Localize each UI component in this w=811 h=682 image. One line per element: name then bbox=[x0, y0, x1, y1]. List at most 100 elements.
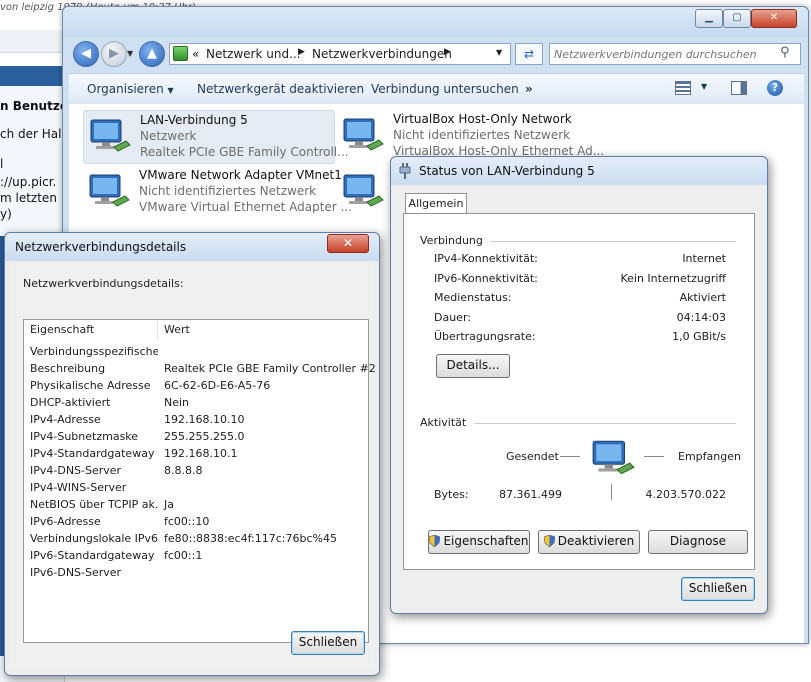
table-row[interactable]: Physikalische Adresse 6C-62-6D-E6-A5-76 bbox=[24, 378, 368, 395]
table-row[interactable]: IPv4-WINS-Server bbox=[24, 480, 368, 497]
disable-button[interactable]: Deaktivieren bbox=[538, 530, 640, 554]
status-dialog-titlebar[interactable]: Status von LAN-Verbindung 5 bbox=[391, 157, 767, 185]
table-row[interactable]: NetBIOS über TCPIP ak... Ja bbox=[24, 497, 368, 514]
more-commands-button[interactable]: » bbox=[525, 82, 533, 96]
explorer-titlebar[interactable]: ▁ ▢ ✕ bbox=[63, 7, 808, 37]
table-row[interactable]: IPv4-DNS-Server 8.8.8.8 bbox=[24, 463, 368, 480]
breadcrumb-item[interactable]: Netzwerk und... bbox=[206, 47, 301, 61]
details-dialog-body: Netzwerkverbindungsdetails: Eigenschaft … bbox=[11, 263, 376, 669]
connection-name: VirtualBox Host-Only Network bbox=[393, 112, 572, 126]
table-row[interactable]: IPv4-Adresse 192.168.10.10 bbox=[24, 412, 368, 429]
property-name: IPv6-DNS-Server bbox=[30, 566, 122, 579]
organize-label: Organisieren bbox=[87, 82, 164, 96]
field-label: IPv4-Konnektivität: bbox=[434, 252, 538, 265]
chevron-right-icon[interactable]: ▶ bbox=[444, 47, 451, 57]
property-value: 192.168.10.10 bbox=[164, 413, 245, 426]
table-row[interactable]: Beschreibung Realtek PCIe GBE Family Cont… bbox=[24, 361, 376, 378]
property-name: IPv4-WINS-Server bbox=[30, 481, 127, 494]
connection-item[interactable]: LAN-Verbindung 5 Netzwerk Realtek PCIe G… bbox=[83, 110, 349, 164]
property-name: IPv4-Standardgateway bbox=[30, 447, 155, 460]
network-plug-icon bbox=[399, 163, 411, 179]
chevron-down-icon[interactable]: ▼ bbox=[496, 48, 502, 57]
bytes-divider bbox=[611, 484, 612, 500]
disable-device-button[interactable]: Netzwerkgerät deaktivieren bbox=[197, 82, 364, 96]
properties-label: Eigenschaften bbox=[443, 534, 529, 548]
search-box: ⚲ bbox=[549, 43, 801, 65]
table-row[interactable]: IPv6-Standardgateway fc00::1 bbox=[24, 548, 368, 565]
recent-pages-dropdown[interactable]: ▼ bbox=[127, 49, 133, 58]
sent-line bbox=[560, 456, 580, 457]
background-line: m letzten bbox=[0, 191, 57, 205]
table-row[interactable]: IPv6-Adresse fc00::10 bbox=[24, 514, 368, 531]
property-name: IPv4-Subnetzmaske bbox=[30, 430, 139, 443]
field-label: IPv6-Konnektivität: bbox=[434, 272, 538, 285]
help-icon[interactable]: ? bbox=[767, 80, 783, 96]
field-value: 04:14:03 bbox=[676, 311, 726, 324]
connection-device: VMware Virtual Ethernet Adapter ... bbox=[139, 200, 352, 214]
bytes-received: 4.203.570.022 bbox=[645, 488, 726, 501]
property-value: 6C-62-6D-E6-A5-76 bbox=[164, 379, 271, 392]
address-path[interactable]: « Netzwerk und... ▶ Netzwerkverbindungen… bbox=[169, 43, 511, 65]
view-options-icon[interactable] bbox=[675, 81, 691, 95]
group-divider bbox=[490, 241, 736, 242]
shield-icon bbox=[429, 535, 441, 547]
property-value: 255.255.255.0 bbox=[164, 430, 245, 443]
table-row[interactable]: IPv4-Standardgateway 192.168.10.1 bbox=[24, 446, 368, 463]
status-dialog: Status von LAN-Verbindung 5 Allgemein Ve… bbox=[390, 156, 768, 614]
maximize-button[interactable]: ▢ bbox=[723, 9, 751, 28]
table-row[interactable]: DHCP-aktiviert Nein bbox=[24, 395, 368, 412]
property-name: IPv4-Adresse bbox=[30, 413, 101, 426]
status-panel: Verbindung IPv4-Konnektivität: Internet … bbox=[403, 213, 755, 570]
field-label: Medienstatus: bbox=[434, 291, 512, 304]
bytes-sent: 87.361.499 bbox=[499, 488, 562, 501]
details-close-button[interactable]: Schließen bbox=[291, 631, 365, 655]
details-dialog: Netzwerkverbindungsdetails ✕ Netzwerkver… bbox=[4, 232, 380, 676]
property-value: fc00::1 bbox=[164, 549, 203, 562]
close-window-button[interactable]: ✕ bbox=[751, 9, 797, 28]
background-line: y) bbox=[0, 207, 12, 221]
tab-general[interactable]: Allgemein bbox=[405, 193, 467, 214]
table-row[interactable]: Verbindungsspezifisches... bbox=[24, 344, 368, 361]
organize-menu[interactable]: Organisieren ▼ bbox=[87, 82, 174, 96]
property-name: Verbindungslokale IPv6-... bbox=[30, 532, 158, 545]
field-value: Internet bbox=[682, 252, 726, 265]
column-header-property[interactable]: Eigenschaft bbox=[24, 320, 158, 340]
connection-item[interactable]: VirtualBox Host-Only Network Nicht ident… bbox=[337, 110, 604, 162]
command-bar: Organisieren ▼ Netzwerkgerät deaktiviere… bbox=[69, 73, 804, 105]
search-icon[interactable]: ⚲ bbox=[780, 45, 790, 60]
arrow-up-icon: ▲ bbox=[147, 46, 157, 61]
table-row[interactable]: IPv4-Subnetzmaske 255.255.255.0 bbox=[24, 429, 368, 446]
table-row[interactable]: Verbindungslokale IPv6-... fe80::8838:ec4… bbox=[24, 531, 368, 548]
refresh-button[interactable]: ⇄ bbox=[515, 43, 543, 65]
preview-pane-icon[interactable] bbox=[731, 81, 747, 95]
details-button[interactable]: Details... bbox=[436, 354, 510, 378]
chevron-down-icon[interactable]: ▼ bbox=[701, 82, 707, 91]
field-label: Dauer: bbox=[434, 311, 471, 324]
up-button[interactable]: ▲ bbox=[139, 41, 165, 67]
field-value: 1,0 GBit/s bbox=[672, 330, 726, 343]
property-value: 8.8.8.8 bbox=[164, 464, 203, 477]
network-adapter-icon bbox=[90, 119, 131, 152]
diagnose-button[interactable]: Diagnose bbox=[648, 530, 748, 554]
chevron-right-icon[interactable]: ▶ bbox=[298, 47, 305, 57]
minimize-button[interactable]: ▁ bbox=[695, 9, 723, 28]
table-row[interactable]: IPv6-DNS-Server bbox=[24, 565, 368, 582]
properties-button[interactable]: Eigenschaften bbox=[428, 530, 530, 554]
breadcrumb-item[interactable]: Netzwerkverbindungen bbox=[312, 47, 452, 61]
property-name: Verbindungsspezifisches... bbox=[30, 345, 158, 358]
connection-device: Realtek PCIe GBE Family Controll... bbox=[140, 145, 349, 159]
disable-label: Deaktivieren bbox=[557, 534, 635, 548]
property-value: Nein bbox=[164, 396, 190, 409]
details-heading: Netzwerkverbindungsdetails: bbox=[23, 277, 184, 290]
column-header-value[interactable]: Wert bbox=[158, 320, 368, 340]
diagnose-connection-button[interactable]: Verbindung untersuchen bbox=[371, 82, 519, 96]
back-button[interactable]: ◀ bbox=[73, 41, 99, 67]
field-value: Kein Internetzugriff bbox=[620, 272, 726, 285]
connection-item[interactable]: VMware Network Adapter VMnet1 Nicht iden… bbox=[83, 166, 352, 218]
connection-status: Netzwerk bbox=[140, 129, 197, 143]
details-dialog-close-x[interactable]: ✕ bbox=[327, 234, 369, 253]
search-input[interactable] bbox=[552, 45, 780, 63]
details-dialog-titlebar[interactable]: Netzwerkverbindungsdetails ✕ bbox=[5, 233, 379, 261]
status-close-button[interactable]: Schließen bbox=[681, 577, 755, 601]
forward-button[interactable]: ▶ bbox=[101, 41, 127, 67]
